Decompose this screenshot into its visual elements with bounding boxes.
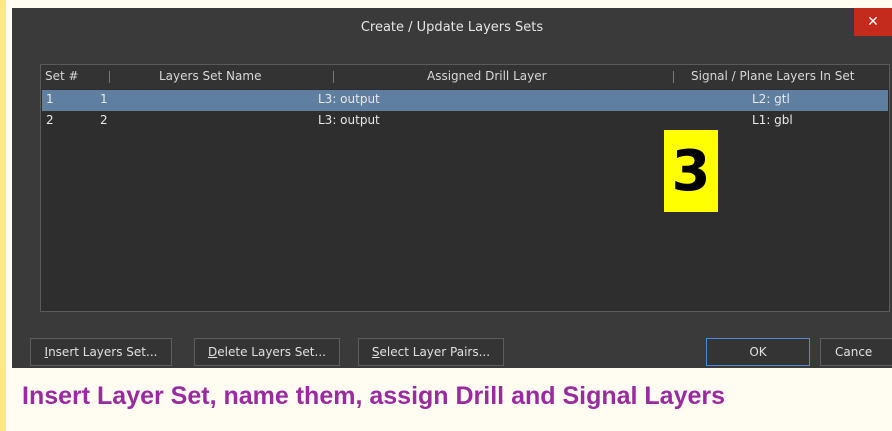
cancel-button[interactable]: Cance bbox=[820, 338, 892, 366]
column-separator[interactable] bbox=[109, 71, 110, 83]
column-separator[interactable] bbox=[673, 71, 674, 83]
insert-button-label: nsert Layers Set... bbox=[48, 345, 158, 359]
header-signal-plane-layers[interactable]: Signal / Plane Layers In Set bbox=[691, 69, 854, 83]
delete-button-accelerator: D bbox=[208, 345, 218, 359]
cell-layers-set-name[interactable]: 1 bbox=[100, 92, 108, 106]
close-icon: ✕ bbox=[867, 14, 879, 30]
header-layers-set-name[interactable]: Layers Set Name bbox=[159, 69, 261, 83]
header-assigned-drill-layer[interactable]: Assigned Drill Layer bbox=[427, 69, 547, 83]
cell-layers-set-name[interactable]: 2 bbox=[100, 113, 108, 127]
cell-assigned-drill-layer[interactable]: L3: output bbox=[318, 92, 380, 106]
tutorial-caption: Insert Layer Set, name them, assign Dril… bbox=[22, 382, 726, 410]
layer-sets-table: Set # Layers Set Name Assigned Drill Lay… bbox=[40, 64, 890, 312]
close-button[interactable]: ✕ bbox=[854, 8, 892, 36]
step-number-badge: 3 bbox=[664, 130, 718, 212]
select-button-accelerator: S bbox=[371, 345, 380, 359]
delete-layers-set-button[interactable]: Delete Layers Set... bbox=[194, 338, 340, 366]
create-update-layers-sets-dialog: Create / Update Layers Sets ✕ Set # Laye… bbox=[12, 8, 892, 368]
table-row[interactable]: 1 1 L3: output L2: gtl bbox=[42, 90, 888, 111]
column-separator[interactable] bbox=[333, 71, 334, 83]
ok-button[interactable]: OK bbox=[706, 338, 810, 366]
dialog-titlebar: Create / Update Layers Sets ✕ bbox=[12, 8, 892, 50]
delete-button-label: elete Layers Set... bbox=[217, 345, 326, 359]
cell-signal-plane-layers[interactable]: L1: gbl bbox=[752, 113, 793, 127]
cell-set-number: 2 bbox=[46, 113, 54, 127]
select-button-label: elect Layer Pairs... bbox=[379, 345, 491, 359]
dialog-title: Create / Update Layers Sets bbox=[360, 20, 544, 35]
insert-layers-set-button[interactable]: Insert Layers Set... bbox=[30, 338, 172, 366]
select-layer-pairs-button[interactable]: Select Layer Pairs... bbox=[358, 338, 504, 366]
cell-set-number: 1 bbox=[46, 92, 54, 106]
table-header: Set # Layers Set Name Assigned Drill Lay… bbox=[41, 65, 889, 89]
table-row[interactable]: 2 2 L3: output L1: gbl bbox=[42, 111, 888, 132]
header-set-number[interactable]: Set # bbox=[45, 69, 79, 83]
cell-signal-plane-layers[interactable]: L2: gtl bbox=[752, 92, 790, 106]
cell-assigned-drill-layer[interactable]: L3: output bbox=[318, 113, 380, 127]
